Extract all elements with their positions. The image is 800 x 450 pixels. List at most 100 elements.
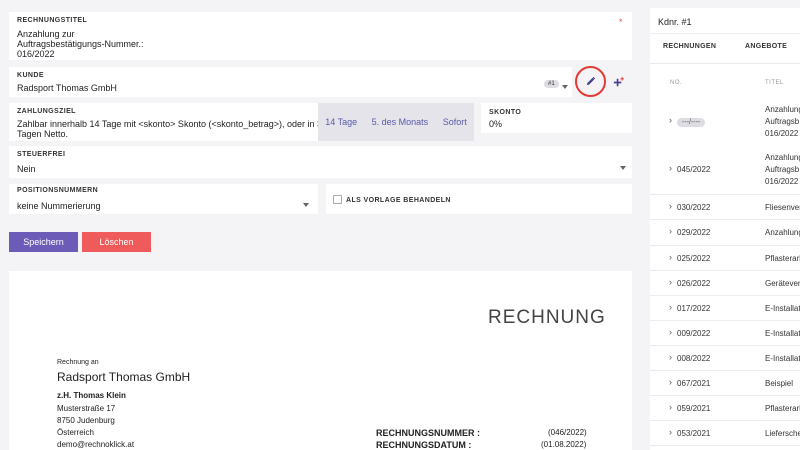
plus-icon[interactable]: [610, 74, 627, 91]
table-row[interactable]: › 008/2022 E-Installat: [650, 346, 800, 371]
rechnungstitel-line-3: 016/2022: [17, 49, 55, 59]
invoice-title: RECHNUNG: [488, 307, 606, 328]
chevron-right-icon[interactable]: ›: [669, 163, 672, 173]
table-row[interactable]: › 009/2022 E-Installat: [650, 321, 800, 346]
row-number: 009/2022: [677, 328, 711, 338]
save-button[interactable]: Speichern: [9, 232, 78, 252]
skonto-label: SKONTO: [489, 109, 522, 116]
zahlungsziel-line-2: Tagen Netto.: [17, 129, 69, 139]
row-title: Anzahlung: [765, 228, 800, 237]
chevron-down-icon[interactable]: [620, 166, 626, 170]
kunde-label: KUNDE: [17, 72, 44, 79]
chevron-right-icon[interactable]: ›: [669, 402, 672, 412]
invoice-number-value: (046/2022): [548, 428, 587, 437]
tab-angebote[interactable]: ANGEBOTE: [745, 43, 787, 50]
row-title: Lieferscher: [765, 428, 800, 438]
row-number: 029/2022: [677, 228, 711, 237]
row-title: E-Installat: [765, 303, 800, 313]
steuerfrei-select[interactable]: [9, 146, 632, 178]
chevron-right-icon[interactable]: ›: [669, 277, 672, 287]
table-row[interactable]: › 053/2021 Lieferscher: [650, 421, 800, 446]
row-number: 059/2021: [677, 403, 711, 413]
table-row[interactable]: › ---/---- Anzahlung Auftragsb 016/2022: [650, 97, 800, 146]
recipient-name: Radsport Thomas GmbH: [57, 370, 191, 384]
option-5-des-monats[interactable]: 5. des Monats: [372, 117, 429, 127]
recipient-email: demo@rechnoklick.at: [57, 440, 135, 449]
pencil-icon[interactable]: [582, 73, 599, 90]
zahlungsziel-options: 14 Tage 5. des Monats Sofort: [318, 103, 474, 141]
row-title: Fliesenver: [765, 202, 800, 212]
row-number: 045/2022: [677, 165, 711, 174]
recipient-contact: z.H. Thomas Klein: [57, 391, 126, 400]
skonto-value: 0%: [489, 119, 503, 129]
chevron-right-icon[interactable]: ›: [669, 377, 672, 387]
table-row[interactable]: › 017/2022 E-Installat: [650, 296, 800, 321]
draft-number-pill: ---/----: [677, 117, 706, 127]
rechnungstitel-line-1: Anzahlung zur: [17, 29, 75, 39]
delete-button[interactable]: Löschen: [82, 232, 151, 252]
required-mark: *: [619, 17, 623, 27]
chevron-down-icon[interactable]: [562, 85, 568, 89]
row-title: Anzahlung Auftragsb 016/2022: [765, 104, 800, 138]
chevron-right-icon[interactable]: ›: [669, 226, 672, 236]
row-number: 017/2022: [677, 303, 711, 313]
row-title: E-Installat: [765, 328, 800, 338]
rechnungstitel-field[interactable]: [9, 12, 632, 60]
invoice-number-label: RECHNUNGSNUMMER :: [376, 428, 480, 438]
recipient-caption: Rechnung an: [57, 359, 99, 366]
chevron-right-icon[interactable]: ›: [669, 115, 672, 125]
zahlungsziel-label: ZAHLUNGSZIEL: [17, 108, 76, 115]
row-title: Pflasterarl: [765, 253, 800, 263]
steuerfrei-value: Nein: [17, 164, 36, 174]
skonto-field[interactable]: [481, 103, 632, 133]
row-number: 067/2021: [677, 378, 711, 388]
chevron-right-icon[interactable]: ›: [669, 427, 672, 437]
chevron-right-icon[interactable]: ›: [669, 352, 672, 362]
row-number: 053/2021: [677, 428, 711, 438]
row-number: 030/2022: [677, 202, 711, 212]
invoice-date-value: (01.08.2022): [541, 440, 587, 449]
panel-header-title: Kdnr. #1: [658, 17, 692, 27]
row-title: Pflasterarl: [765, 403, 800, 413]
recipient-country: Österreich: [57, 428, 94, 437]
kunde-value: Radsport Thomas GmbH: [17, 83, 117, 93]
table-row[interactable]: › 030/2022 Fliesenver: [650, 195, 800, 220]
chevron-right-icon[interactable]: ›: [669, 201, 672, 211]
column-header-titel: TITEL: [765, 80, 784, 86]
row-number: ---/----: [677, 117, 706, 127]
row-title: Anzahlung Auftragsb 016/2022: [765, 153, 800, 186]
chevron-right-icon[interactable]: ›: [669, 327, 672, 337]
tab-rechnungen[interactable]: RECHNUNGEN: [663, 43, 716, 50]
invoice-date-label: RECHNUNGSDATUM :: [376, 440, 472, 450]
panel-header: Kdnr. #1: [650, 8, 800, 34]
row-number: 008/2022: [677, 353, 711, 363]
vorlage-checkbox[interactable]: [333, 195, 342, 204]
recipient-city: 8750 Judenburg: [57, 416, 115, 425]
row-number: 025/2022: [677, 253, 711, 263]
chevron-right-icon[interactable]: ›: [669, 302, 672, 312]
table-row[interactable]: › 067/2021 Beispiel: [650, 371, 800, 396]
table-row[interactable]: › 059/2021 Pflasterarl: [650, 396, 800, 421]
chevron-down-icon[interactable]: [303, 203, 309, 207]
vorlage-label: ALS VORLAGE BEHANDELN: [346, 197, 451, 204]
rechnungstitel-line-2: Auftragsbestätigungs-Nummer.:: [17, 39, 144, 49]
row-number: 026/2022: [677, 278, 711, 288]
recipient-street: Musterstraße 17: [57, 404, 116, 413]
table-row[interactable]: › 026/2022 Geräteven: [650, 271, 800, 296]
table-row[interactable]: › 025/2022 Pflasterarl: [650, 246, 800, 271]
steuerfrei-label: STEUERFREI: [17, 151, 66, 158]
zahlungsziel-line-1: Zahlbar innerhalb 14 Tage mit <skonto> S…: [17, 119, 328, 129]
option-14-tage[interactable]: 14 Tage: [325, 117, 357, 127]
row-title: E-Installat: [765, 353, 800, 363]
row-title: Beispiel: [765, 378, 794, 388]
table-row[interactable]: › 045/2022 Anzahlung Auftragsb 016/2022: [650, 145, 800, 195]
positionsnummern-value: keine Nummerierung: [17, 201, 101, 211]
option-sofort[interactable]: Sofort: [443, 117, 467, 127]
rechnungstitel-label: RECHNUNGSTITEL: [17, 17, 88, 24]
column-header-no: NO.: [670, 80, 683, 86]
chevron-right-icon[interactable]: ›: [669, 252, 672, 262]
kunde-badge: #1: [544, 80, 559, 88]
positionsnummern-label: POSITIONSNUMMERN: [17, 187, 99, 194]
table-row[interactable]: › 029/2022 Anzahlung: [650, 220, 800, 246]
row-title: Geräteven: [765, 278, 800, 288]
